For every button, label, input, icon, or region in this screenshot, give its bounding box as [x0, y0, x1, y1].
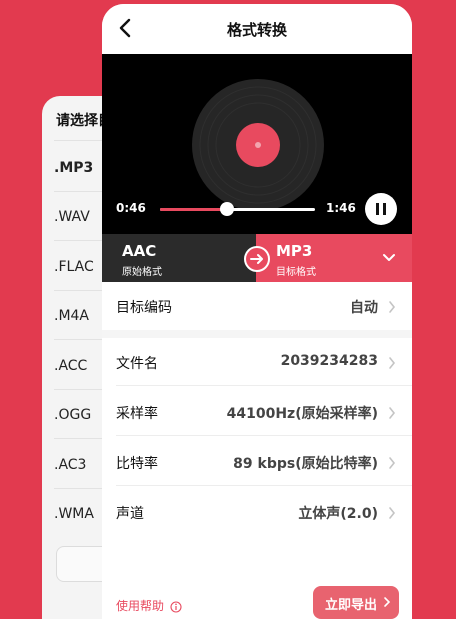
progress-fill — [160, 208, 227, 211]
setting-value: 立体声(2.0) — [298, 506, 378, 522]
format-option-wma[interactable]: .WMA — [54, 506, 94, 522]
header: 格式转换 — [102, 4, 412, 54]
chevron-right-icon — [383, 596, 391, 612]
info-icon[interactable] — [170, 598, 182, 617]
arrow-right-icon — [244, 246, 270, 272]
audio-player: 0:46 1:46 — [102, 54, 412, 234]
pause-button[interactable] — [365, 193, 397, 225]
format-convert-screen: 格式转换 0:46 1:46 AAC 原始格式 MP3 目标格式 目标编码 自动… — [102, 4, 412, 619]
progress-handle[interactable] — [219, 202, 234, 216]
format-option-acc[interactable]: .ACC — [54, 358, 87, 374]
setting-value: 89 kbps(原始比特率) — [233, 456, 378, 472]
chevron-right-icon — [388, 505, 396, 524]
setting-row-filename[interactable]: 文件名 2039234283 — [102, 338, 412, 386]
current-time: 0:46 — [116, 201, 146, 215]
target-format[interactable]: MP3 目标格式 — [256, 234, 412, 282]
export-button[interactable]: 立即导出 — [313, 586, 399, 619]
chevron-right-icon — [388, 299, 396, 318]
setting-value: 自动 — [350, 300, 378, 316]
divider — [116, 485, 412, 486]
format-option-mp3[interactable]: .MP3 — [54, 160, 93, 176]
setting-label: 采样率 — [116, 406, 158, 422]
source-format: AAC 原始格式 — [102, 234, 256, 282]
setting-label: 声道 — [116, 506, 144, 522]
target-format-name: MP3 — [276, 242, 313, 260]
setting-label: 目标编码 — [116, 300, 172, 316]
section-divider — [102, 330, 412, 338]
total-time: 1:46 — [326, 201, 356, 215]
help-link[interactable]: 使用帮助 — [116, 597, 164, 614]
format-option-m4a[interactable]: .M4A — [54, 308, 89, 324]
chevron-down-icon — [382, 248, 396, 267]
setting-row-bitrate[interactable]: 比特率 89 kbps(原始比特率) — [102, 438, 412, 486]
divider — [116, 435, 412, 436]
chevron-right-icon — [388, 455, 396, 474]
divider — [116, 385, 412, 386]
format-option-ac3[interactable]: .AC3 — [54, 457, 86, 473]
setting-value: 44100Hz(原始采样率) — [226, 406, 378, 422]
format-selector: AAC 原始格式 MP3 目标格式 — [102, 234, 412, 282]
setting-row-channel[interactable]: 声道 立体声(2.0) — [102, 488, 412, 536]
page-title: 格式转换 — [226, 21, 287, 39]
setting-value: 2039234283 — [280, 353, 378, 369]
setting-row-encoding[interactable]: 目标编码 自动 — [102, 282, 412, 330]
format-option-ogg[interactable]: .OGG — [54, 407, 91, 423]
vinyl-disc-icon — [191, 78, 325, 212]
export-button-label: 立即导出 — [325, 598, 378, 613]
format-option-flac[interactable]: .FLAC — [54, 259, 94, 275]
target-format-label: 目标格式 — [276, 267, 316, 278]
source-format-label: 原始格式 — [122, 267, 162, 278]
setting-row-sample-rate[interactable]: 采样率 44100Hz(原始采样率) — [102, 388, 412, 436]
setting-label: 比特率 — [116, 456, 158, 472]
chevron-right-icon — [388, 405, 396, 424]
chevron-right-icon — [388, 355, 396, 374]
format-option-wav[interactable]: .WAV — [54, 209, 90, 225]
source-format-name: AAC — [122, 242, 157, 260]
progress-track[interactable] — [160, 208, 315, 211]
setting-label: 文件名 — [116, 356, 158, 372]
